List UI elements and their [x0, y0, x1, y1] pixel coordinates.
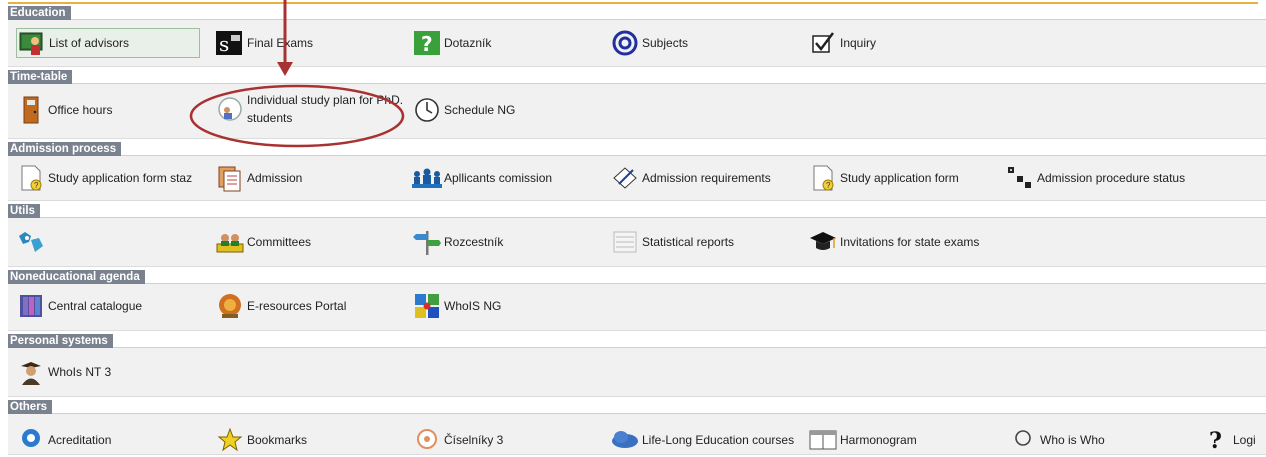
individual-study-plan-link[interactable]: Individual study plan for PhD. students	[215, 91, 403, 127]
admission-requirements-link[interactable]: Admission requirements	[610, 164, 771, 192]
schedule-ng-link[interactable]: Schedule NG	[412, 96, 515, 124]
admission-icon	[215, 164, 245, 192]
portal-menu: Education List of advisors s Final Exams…	[8, 5, 1266, 457]
admission-link[interactable]: Admission	[215, 164, 302, 192]
central-catalogue-link[interactable]: Central catalogue	[16, 292, 142, 320]
study-application-form-link[interactable]: ? Study application form	[808, 164, 959, 192]
office-hours-link[interactable]: Office hours	[16, 96, 112, 124]
section-title: Time-table	[8, 70, 73, 84]
section-personal-systems: Personal systems WhoIs NT 3	[8, 333, 1266, 397]
puzzle-icon	[412, 292, 442, 320]
invitations-for-state-exams-link[interactable]: Invitations for state exams	[808, 228, 979, 256]
section-education: Education List of advisors s Final Exams…	[8, 5, 1266, 67]
dice-icon	[1005, 164, 1035, 192]
section-time-table: Time-table Office hours Individual study…	[8, 69, 1266, 139]
svg-text:?: ?	[421, 32, 433, 56]
subjects-icon	[610, 29, 640, 57]
study-plan-icon	[215, 95, 245, 123]
section-others: Others Acreditation Bookmarks Číselníky …	[8, 399, 1266, 455]
committees-link[interactable]: Committees	[215, 228, 311, 256]
section-title: Admission process	[8, 142, 122, 156]
world-map-link[interactable]	[16, 228, 48, 256]
application-form-icon: ?	[808, 164, 838, 192]
section-title: Personal systems	[8, 334, 113, 348]
whois-ng-link[interactable]: WhoIS NG	[412, 292, 501, 320]
books-icon	[16, 292, 46, 320]
committee-icon	[215, 228, 245, 256]
section-utils: Utils Committees Rozcestník Statistical …	[8, 203, 1266, 267]
graduation-cap-icon	[808, 228, 838, 256]
svg-text:?: ?	[1209, 428, 1222, 454]
signpost-icon	[412, 228, 442, 256]
pen-paper-icon	[610, 164, 640, 192]
top-accent-line	[8, 2, 1258, 4]
whois-nt3-link[interactable]: WhoIs NT 3	[16, 358, 111, 386]
clock-icon	[412, 96, 442, 124]
study-application-form-staz-link[interactable]: ? Study application form staz	[16, 164, 192, 192]
world-map-icon	[16, 228, 46, 256]
svg-text:?: ?	[826, 181, 831, 190]
door-icon	[16, 96, 46, 124]
portal-icon	[215, 292, 245, 320]
person-hat-icon	[16, 358, 46, 386]
svg-text:s: s	[219, 32, 229, 56]
checkbox-icon	[808, 29, 838, 57]
subjects-link[interactable]: Subjects	[610, 29, 688, 57]
applicants-comission-link[interactable]: Apllicants comission	[412, 164, 552, 192]
statistical-reports-link[interactable]: Statistical reports	[610, 228, 734, 256]
final-exams-icon: s	[215, 29, 245, 57]
section-noneducational-agenda: Noneducational agenda Central catalogue …	[8, 269, 1266, 331]
application-form-icon: ?	[16, 164, 46, 192]
final-exams-link[interactable]: s Final Exams	[215, 29, 313, 57]
section-title: Noneducational agenda	[8, 270, 145, 284]
svg-text:?: ?	[34, 181, 39, 190]
e-resources-portal-link[interactable]: E-resources Portal	[215, 292, 346, 320]
people-icon	[412, 164, 442, 192]
report-icon	[610, 228, 640, 256]
admission-procedure-status-link[interactable]: Admission procedure status	[1005, 164, 1185, 192]
rozcestnik-link[interactable]: Rozcestník	[412, 228, 503, 256]
inquiry-link[interactable]: Inquiry	[808, 29, 876, 57]
dotaznik-link[interactable]: ? Dotazník	[412, 29, 491, 57]
section-admission-process: Admission process ? Study application fo…	[8, 141, 1266, 201]
questionnaire-icon: ?	[412, 29, 442, 57]
list-of-advisors-link[interactable]: List of advisors	[16, 28, 200, 58]
advisor-icon	[17, 29, 47, 57]
section-title: Others	[8, 400, 53, 414]
section-title: Education	[8, 6, 71, 20]
section-title: Utils	[8, 204, 40, 218]
